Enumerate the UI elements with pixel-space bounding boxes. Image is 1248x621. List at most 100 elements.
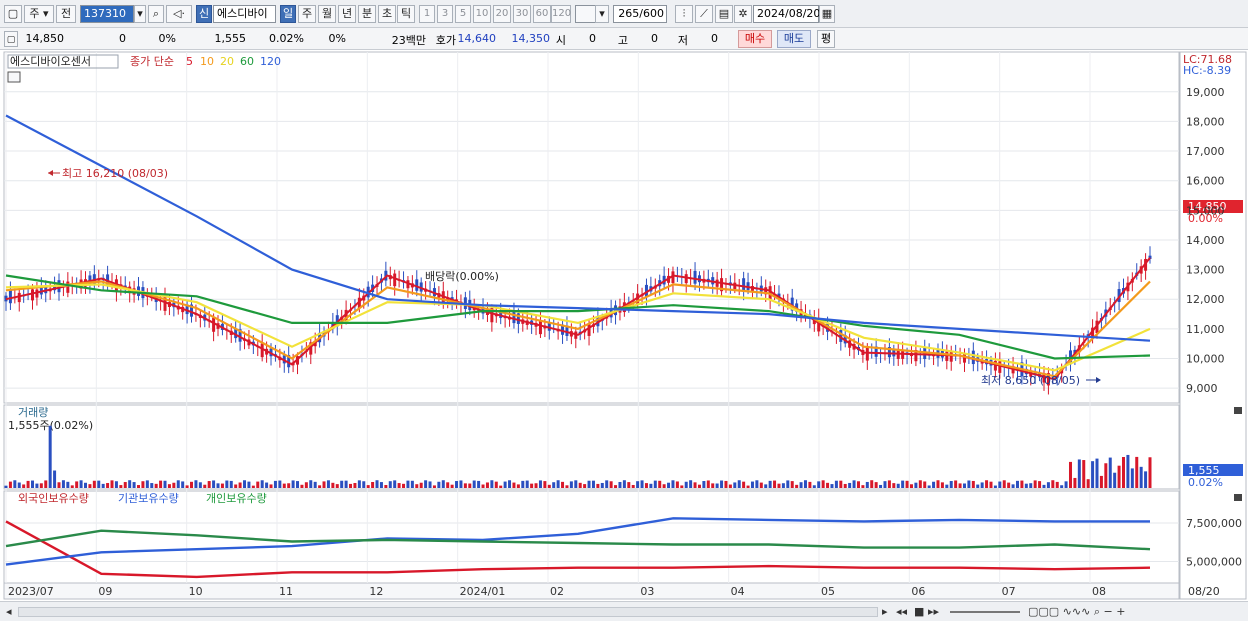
volume-bar [273,480,277,488]
volume-bar [70,485,74,488]
period-minute[interactable]: 분 [358,5,376,23]
window-icon[interactable]: ▢ [4,5,22,23]
volume-bar [600,482,604,488]
volume-bar [512,482,516,488]
x-tick-label: 09 [98,585,112,598]
volume-bar [702,481,706,488]
volume-bar [976,484,980,488]
count-field[interactable]: 265/600 [613,5,667,23]
draw-icon[interactable]: ⟋ [695,5,713,23]
scrollbar-track[interactable] [18,607,878,617]
volume-bar [530,483,534,488]
price-tick-label: 17,000 [1186,145,1225,158]
volume-bar [1082,460,1086,488]
volume-bar [503,481,507,488]
legend-ma5: 5 [186,55,193,68]
volume-bar [362,481,366,488]
volume-bar [715,483,719,488]
candle-body [949,351,953,362]
volume-bar [883,481,887,488]
volume-bar [556,480,560,488]
avg-button[interactable]: 평 [817,30,835,48]
volume-bar [287,483,291,488]
volume-bar [940,482,944,488]
forward-icon[interactable]: ▸▸ [928,605,939,618]
period-year[interactable]: 년 [338,5,356,23]
sound-icon[interactable]: ◁· [166,5,192,23]
stop-icon[interactable]: ■ [914,605,924,618]
x-tick-label: 2024/01 [460,585,506,598]
volume-bar [251,485,255,488]
volume-bar [1011,484,1015,488]
volume-bar [565,485,569,488]
prev-button[interactable]: 전 [56,5,76,23]
volume-bar [145,480,149,488]
volume-bar [141,481,145,488]
gear-icon[interactable]: ✲ [734,5,752,23]
stock-name-field[interactable]: 에스디바이 [213,5,276,23]
volume-bar [795,484,799,488]
volume-bar [344,480,348,488]
period-week[interactable]: 주 [298,5,316,23]
buy-button[interactable]: 매수 [738,30,772,48]
volume-bar [516,484,520,488]
period-second[interactable]: 초 [378,5,396,23]
high-annotation: 최고 16,210 (08/03) [62,167,168,180]
volume-bar [57,482,61,488]
scroll-right-icon[interactable]: ▸ [882,605,888,618]
num-60[interactable]: 60 [533,5,551,23]
stock-code-input[interactable]: 137310 [80,5,134,23]
period-unit-select[interactable]: 주 ▾ [24,5,54,23]
calendar-icon[interactable]: ▦ [819,5,835,23]
rewind-icon[interactable]: ◂◂ [896,605,907,618]
date-field[interactable]: 2024/08/20 [753,5,820,23]
volume-bar [26,480,30,488]
holdings-panel-close-icon[interactable] [1234,494,1242,501]
volume-bar [865,481,869,488]
num-120[interactable]: 120 [551,5,571,23]
period-day[interactable]: 일 [280,5,296,23]
volume-bar [35,483,39,488]
num-30[interactable]: 30 [513,5,531,23]
grid-toggle-icon[interactable] [7,71,21,83]
volume-bar [742,481,746,488]
period-unit-label: 주 [29,7,40,20]
chart-svg[interactable]: 에스디바이오센서 종가 단순 5 10 20 60 120 LC:71.68 H… [0,50,1248,601]
save-icon[interactable]: ▤ [715,5,733,23]
x-tick-label: 10 [189,585,203,598]
expand-icon[interactable]: ▢ [4,31,18,47]
num-10[interactable]: 10 [473,5,491,23]
volume-panel-close-icon[interactable] [1234,407,1242,414]
volume-bar [203,484,207,488]
sell-button[interactable]: 매도 [777,30,811,48]
period-tick[interactable]: 틱 [397,5,415,23]
volume-bar [768,480,772,488]
new-badge[interactable]: 신 [196,5,212,23]
volume-bar [636,481,640,488]
zoom-slider[interactable] [950,611,1020,613]
volume-bar [349,483,353,488]
candle-icon[interactable]: ⫶ [675,5,693,23]
legend-ma20: 20 [220,55,234,68]
num-20[interactable]: 20 [493,5,511,23]
scroll-left-icon[interactable]: ◂ [6,605,12,618]
holdings-foreign-label: 외국인보유수량 [18,492,89,505]
num-5[interactable]: 5 [455,5,471,23]
zero-pct: 0% [328,32,346,45]
volume-bar [764,484,768,488]
chart-area[interactable]: 에스디바이오센서 종가 단순 5 10 20 60 120 LC:71.68 H… [0,50,1248,601]
num-1[interactable]: 1 [419,5,435,23]
volume-bar [861,485,865,488]
volume-bar [905,480,909,488]
volume-bar [887,480,891,488]
code-dropdown[interactable]: ▾ [134,5,146,23]
tool-icons[interactable]: ▢▢▢ ∿∿∿ ⌕ − + [1028,605,1125,619]
blank-select-arrow[interactable]: ▾ [595,5,609,23]
search-icon[interactable]: ⌕ [148,5,164,23]
period-day-label: 일 [282,7,294,20]
period-month[interactable]: 월 [318,5,336,23]
volume-bar [79,480,83,488]
volume-bar [605,480,609,488]
candle-body [896,350,900,359]
num-3[interactable]: 3 [437,5,453,23]
